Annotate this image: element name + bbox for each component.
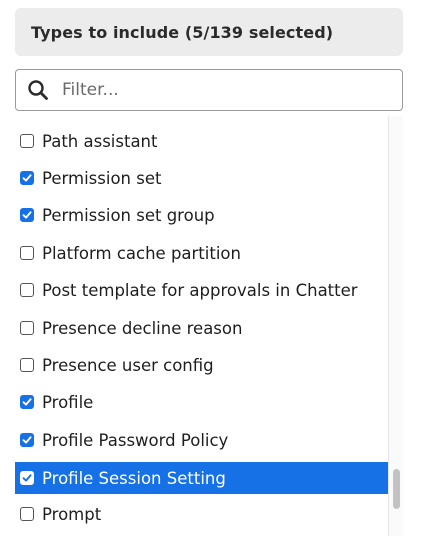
item-checkbox[interactable]: [20, 395, 34, 409]
list-item[interactable]: Profile Password Policy: [15, 425, 388, 455]
filter-input[interactable]: [62, 80, 362, 100]
item-checkbox[interactable]: [20, 283, 34, 297]
list-item[interactable]: Prompt: [15, 499, 388, 529]
section-title: Types to include (5/139 selected): [31, 22, 334, 42]
item-label: Path assistant: [42, 131, 158, 151]
check-icon: [22, 474, 32, 482]
check-icon: [22, 174, 32, 182]
item-checkbox[interactable]: [20, 433, 34, 447]
item-checkbox[interactable]: [20, 171, 34, 185]
check-icon: [22, 398, 32, 406]
item-checkbox[interactable]: [20, 321, 34, 335]
item-checkbox[interactable]: [20, 246, 34, 260]
item-label: Profile: [42, 392, 94, 412]
filter-box[interactable]: [15, 69, 403, 111]
item-checkbox[interactable]: [20, 358, 34, 372]
list-item[interactable]: Profile: [15, 387, 388, 417]
item-label: Prompt: [42, 504, 102, 524]
item-checkbox[interactable]: [20, 507, 34, 521]
item-label: Platform cache partition: [42, 243, 241, 263]
section-header: Types to include (5/139 selected): [15, 8, 403, 56]
list-item[interactable]: Post template for approvals in Chatter: [15, 275, 388, 305]
search-icon: [26, 78, 50, 102]
item-label: Permission set: [42, 168, 162, 188]
list-item[interactable]: Profile Session Setting: [15, 462, 388, 494]
item-label: Permission set group: [42, 205, 215, 225]
list-item[interactable]: Presence user config: [15, 350, 388, 380]
scrollbar-thumb[interactable]: [393, 469, 400, 509]
list-item[interactable]: Platform cache partition: [15, 238, 388, 268]
list-item[interactable]: Presence decline reason: [15, 313, 388, 343]
type-list: Path assistant Permission set Permission s…: [15, 116, 403, 536]
item-label: Profile Password Policy: [42, 430, 229, 450]
item-label: Profile Session Setting: [42, 468, 226, 488]
item-label: Post template for approvals in Chatter: [42, 280, 358, 300]
list-scrollbar[interactable]: [388, 116, 403, 536]
check-icon: [22, 436, 32, 444]
item-label: Presence decline reason: [42, 318, 243, 338]
item-checkbox[interactable]: [20, 471, 34, 485]
item-checkbox[interactable]: [20, 134, 34, 148]
list-item[interactable]: Path assistant: [15, 126, 388, 156]
item-checkbox[interactable]: [20, 208, 34, 222]
list-item[interactable]: Permission set group: [15, 200, 388, 230]
item-label: Presence user config: [42, 355, 214, 375]
list-item[interactable]: Permission set: [15, 163, 388, 193]
check-icon: [22, 211, 32, 219]
